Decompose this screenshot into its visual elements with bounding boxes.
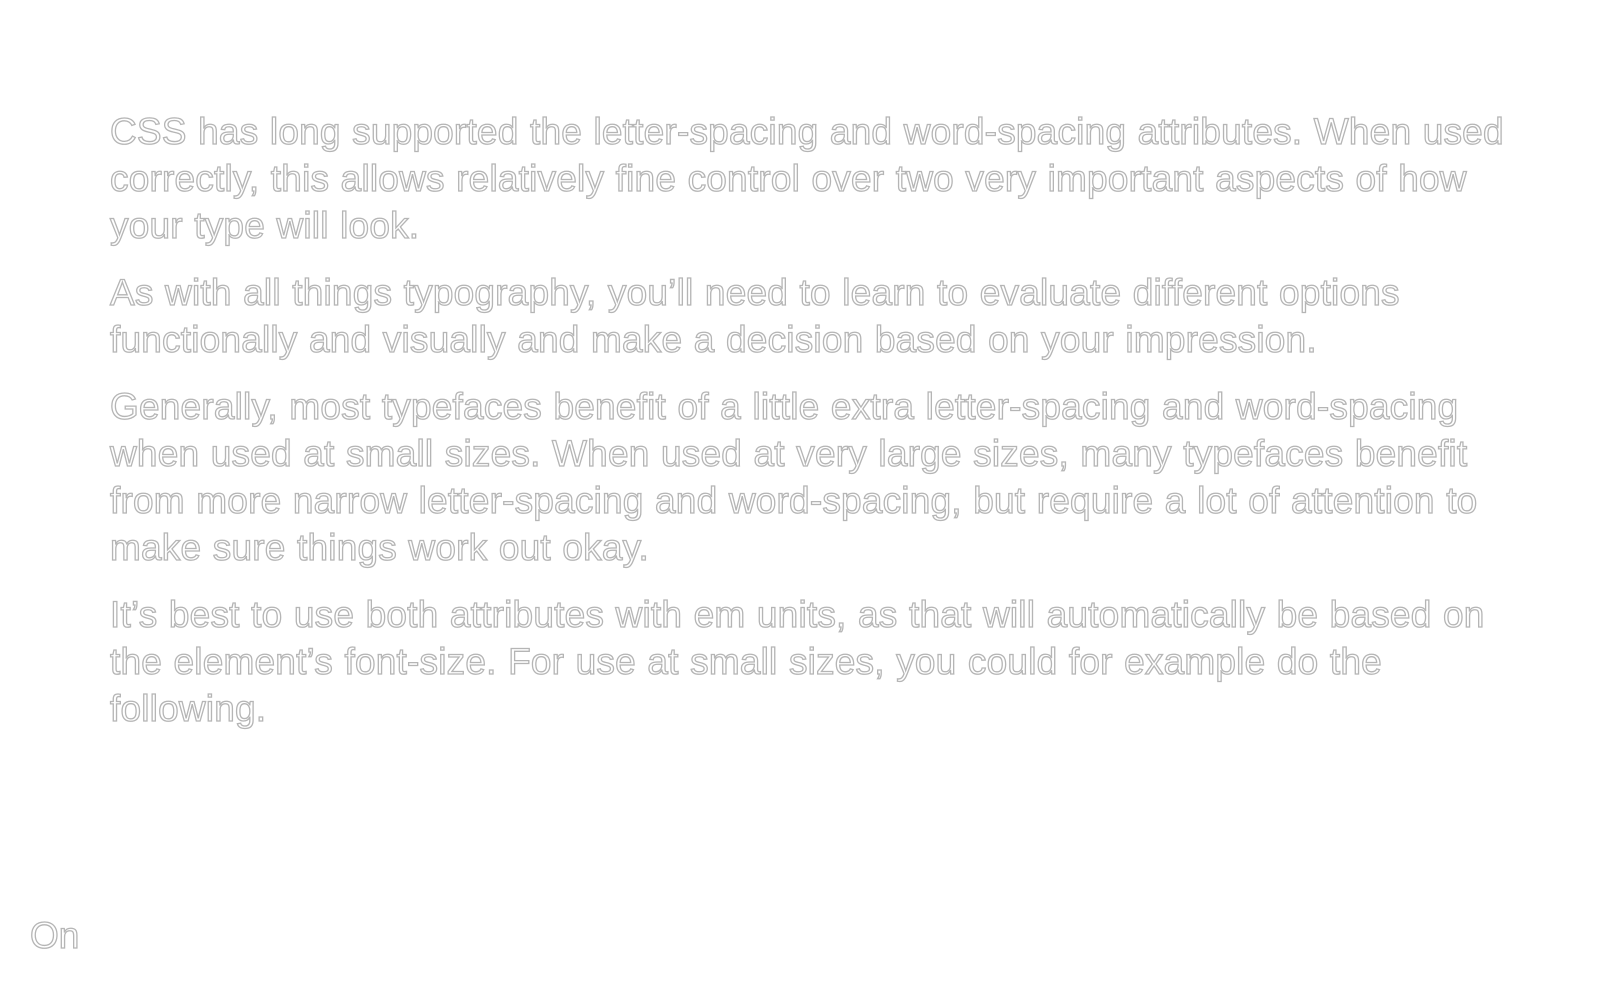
paragraph-4: It’s best to use both attributes with em… — [109, 593, 1485, 729]
article-body: CSS has long supported the letter-spacin… — [109, 108, 1530, 752]
paragraph-1: CSS has long supported the letter-spacin… — [109, 110, 1504, 246]
paragraph-3: Generally, most typefaces benefit of a l… — [109, 385, 1478, 568]
paragraph-2: As with all things typography, you’ll ne… — [109, 271, 1400, 360]
on-toggle[interactable]: On — [29, 912, 80, 959]
